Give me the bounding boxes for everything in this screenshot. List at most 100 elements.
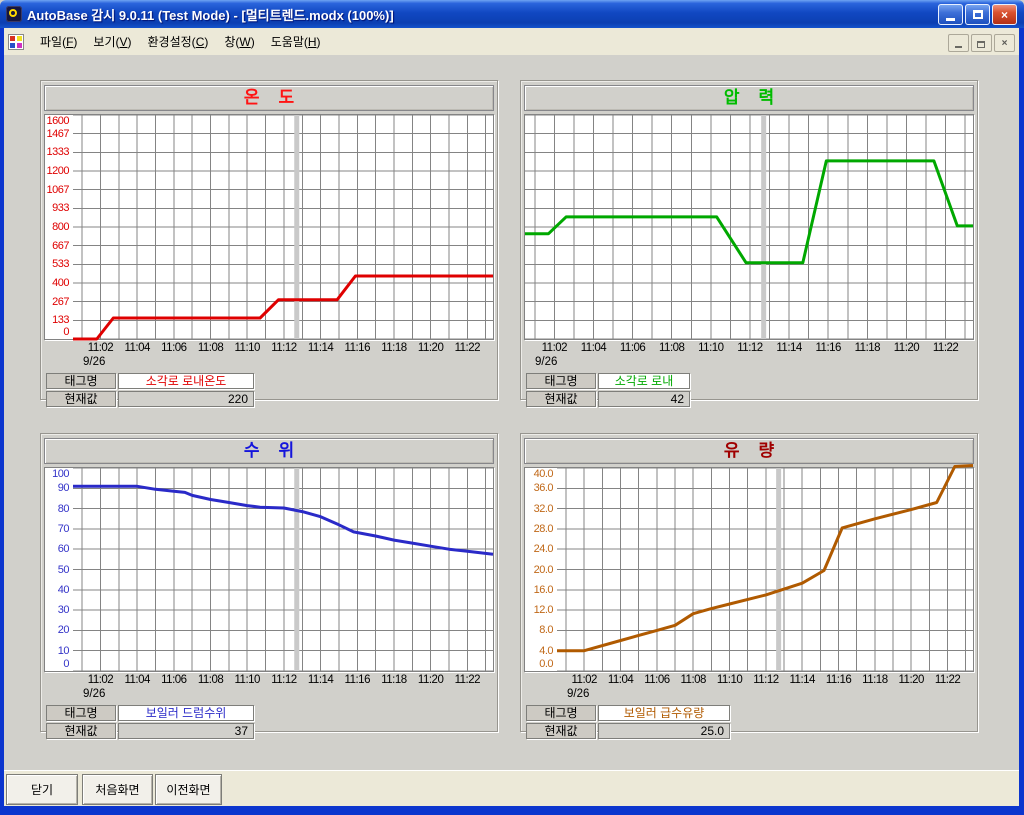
x-axis-tick: 11:10 bbox=[235, 674, 260, 686]
y-axis-label: 1333 bbox=[45, 146, 69, 158]
mdi-close-button[interactable]: × bbox=[994, 34, 1015, 52]
current-value-row: 현재값25.0 bbox=[526, 723, 977, 739]
x-axis-tick: 11:08 bbox=[681, 674, 706, 686]
y-axis-label: 400 bbox=[45, 277, 69, 289]
current-value-label: 현재값 bbox=[526, 723, 596, 739]
x-axis-tick: 11:12 bbox=[737, 342, 762, 354]
footer-button-1[interactable]: 닫기 bbox=[6, 774, 78, 805]
x-axis-tick: 11:08 bbox=[198, 674, 223, 686]
y-axis-label: 100 bbox=[45, 468, 69, 480]
current-value: 37 bbox=[118, 723, 254, 739]
y-axis-label: 800 bbox=[45, 221, 69, 233]
x-axis-tick: 11:22 bbox=[933, 342, 958, 354]
close-button[interactable]: × bbox=[992, 4, 1017, 25]
chart-title: 압 력 bbox=[524, 85, 974, 111]
chart-plot-area[interactable]: 1600146713331200106793380066753340026713… bbox=[44, 114, 494, 340]
x-axis-tick: 11:16 bbox=[826, 674, 851, 686]
y-axis-label: 1600 bbox=[45, 115, 69, 127]
x-axis-tick: 11:22 bbox=[935, 674, 960, 686]
current-value: 220 bbox=[118, 391, 254, 407]
maximize-button[interactable] bbox=[965, 4, 990, 25]
x-axis-tick: 11:04 bbox=[124, 342, 149, 354]
x-axis-tick: 11:06 bbox=[161, 342, 186, 354]
window-border-right bbox=[1019, 28, 1024, 815]
current-value-row: 현재값220 bbox=[46, 391, 497, 407]
current-value-row: 현재값42 bbox=[526, 391, 977, 407]
y-axis-label: 30 bbox=[45, 604, 69, 616]
current-value: 42 bbox=[598, 391, 690, 407]
y-axis-label: 1467 bbox=[45, 128, 69, 140]
y-axis-label: 0 bbox=[45, 658, 69, 670]
menu-item-5[interactable]: 도움말(H) bbox=[263, 35, 329, 49]
tag-table: 태그명소각로 로내현재값42 bbox=[526, 373, 977, 407]
x-axis-tick: 11:12 bbox=[271, 342, 296, 354]
trend-graph[interactable] bbox=[525, 115, 973, 339]
x-axis-tick: 11:10 bbox=[717, 674, 742, 686]
menu-bar: 파일(F)보기(V)환경설정(C)창(W)도움말(H) × bbox=[0, 28, 1024, 56]
date-label: 9/26 bbox=[521, 356, 977, 368]
y-axis-label: 40 bbox=[45, 584, 69, 596]
tag-name-value: 보일러 급수유량 bbox=[598, 705, 730, 721]
x-axis-tick: 11:06 bbox=[161, 674, 186, 686]
x-axis-tick: 11:18 bbox=[381, 674, 406, 686]
x-axis-tick: 11:06 bbox=[644, 674, 669, 686]
mdi-close-icon: × bbox=[1002, 38, 1008, 49]
x-axis-tick: 11:14 bbox=[776, 342, 801, 354]
y-axis-label: 1200 bbox=[45, 165, 69, 177]
mdi-restore-button[interactable] bbox=[971, 34, 992, 52]
tag-name-row: 태그명보일러 드럼수위 bbox=[46, 705, 497, 721]
mdi-restore-icon bbox=[977, 41, 985, 48]
chart-plot-area[interactable]: 1009080706050403020100 bbox=[44, 467, 494, 672]
x-axis-tick: 11:18 bbox=[862, 674, 887, 686]
trend-panel-1: 온 도1600146713331200106793380066753340026… bbox=[40, 80, 498, 400]
y-axis-label: 24.0 bbox=[525, 543, 553, 555]
x-axis-labels: 11:0211:0411:0611:0811:1011:1211:1411:16… bbox=[525, 342, 973, 355]
minimize-icon bbox=[946, 18, 955, 21]
y-axis-label: 10 bbox=[45, 645, 69, 657]
tag-name-value: 보일러 드럼수위 bbox=[118, 705, 254, 721]
x-axis-tick: 11:18 bbox=[855, 342, 880, 354]
y-axis-label: 8.0 bbox=[525, 624, 553, 636]
menu-item-2[interactable]: 보기(V) bbox=[85, 35, 139, 49]
menu-item-1[interactable]: 파일(F) bbox=[32, 35, 85, 49]
menu-item-4[interactable]: 창(W) bbox=[216, 35, 262, 49]
current-value-label: 현재값 bbox=[526, 391, 596, 407]
chart-plot-area[interactable] bbox=[524, 114, 974, 340]
x-axis-tick: 11:20 bbox=[418, 674, 443, 686]
tag-table: 태그명소각로 로내온도현재값220 bbox=[46, 373, 497, 407]
tag-name-label: 태그명 bbox=[46, 373, 116, 389]
close-icon: × bbox=[1001, 8, 1008, 22]
y-axis-label: 28.0 bbox=[525, 523, 553, 535]
title-bar[interactable]: AutoBase 감시 9.0.11 (Test Mode) - [멀티트렌드.… bbox=[0, 0, 1024, 28]
x-axis-labels: 11:0211:0411:0611:0811:1011:1211:1411:16… bbox=[45, 342, 493, 355]
current-value-row: 현재값37 bbox=[46, 723, 497, 739]
tag-name-label: 태그명 bbox=[526, 373, 596, 389]
y-axis-label: 70 bbox=[45, 523, 69, 535]
trend-graph[interactable] bbox=[73, 115, 493, 339]
tag-name-label: 태그명 bbox=[526, 705, 596, 721]
x-axis-tick: 11:20 bbox=[894, 342, 919, 354]
x-axis-tick: 11:04 bbox=[124, 674, 149, 686]
window-border-bottom bbox=[0, 806, 1024, 815]
tag-table: 태그명보일러 급수유량현재값25.0 bbox=[526, 705, 977, 739]
chart-plot-area[interactable]: 40.036.032.028.024.020.016.012.08.04.00.… bbox=[524, 467, 974, 672]
y-axis-label: 1067 bbox=[45, 184, 69, 196]
x-axis-tick: 11:20 bbox=[418, 342, 443, 354]
x-axis-tick: 11:02 bbox=[542, 342, 567, 354]
tag-name-row: 태그명보일러 급수유량 bbox=[526, 705, 977, 721]
document-icon[interactable] bbox=[8, 34, 24, 50]
trend-graph[interactable] bbox=[557, 468, 973, 671]
footer-button-2[interactable]: 처음화면 bbox=[82, 774, 153, 805]
x-axis-tick: 11:16 bbox=[345, 342, 370, 354]
mdi-minimize-button[interactable] bbox=[948, 34, 969, 52]
x-axis-tick: 11:14 bbox=[308, 674, 333, 686]
tag-name-label: 태그명 bbox=[46, 705, 116, 721]
y-axis-label: 133 bbox=[45, 314, 69, 326]
footer-button-3[interactable]: 이전화면 bbox=[155, 774, 222, 805]
trend-graph[interactable] bbox=[73, 468, 493, 671]
current-value-label: 현재값 bbox=[46, 723, 116, 739]
x-axis-tick: 11:14 bbox=[308, 342, 333, 354]
minimize-button[interactable] bbox=[938, 4, 963, 25]
x-axis-tick: 11:02 bbox=[88, 674, 113, 686]
menu-item-3[interactable]: 환경설정(C) bbox=[140, 35, 217, 49]
